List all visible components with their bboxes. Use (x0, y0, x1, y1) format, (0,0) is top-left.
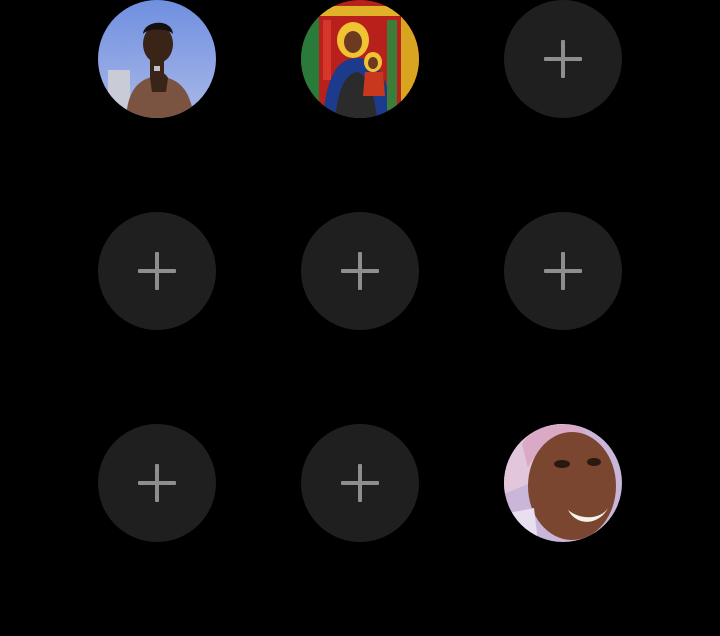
plus-icon (544, 40, 582, 78)
add-favorite-button[interactable] (301, 212, 419, 330)
favorite-contact-1-avatar[interactable] (98, 0, 216, 118)
add-favorite-button[interactable] (301, 424, 419, 542)
plus-icon (138, 464, 176, 502)
plus-icon (341, 464, 379, 502)
add-favorite-button[interactable] (98, 424, 216, 542)
plus-icon (138, 252, 176, 290)
add-favorite-button[interactable] (98, 212, 216, 330)
avatar-photo (504, 424, 622, 542)
plus-icon (544, 252, 582, 290)
avatar-photo (98, 0, 216, 118)
plus-icon (341, 252, 379, 290)
favorite-contact-2-avatar[interactable] (301, 0, 419, 118)
avatar-photo (301, 0, 419, 118)
add-favorite-button[interactable] (504, 0, 622, 118)
favorite-contact-3-avatar[interactable] (504, 424, 622, 542)
add-favorite-button[interactable] (504, 212, 622, 330)
favorites-grid (0, 0, 720, 636)
